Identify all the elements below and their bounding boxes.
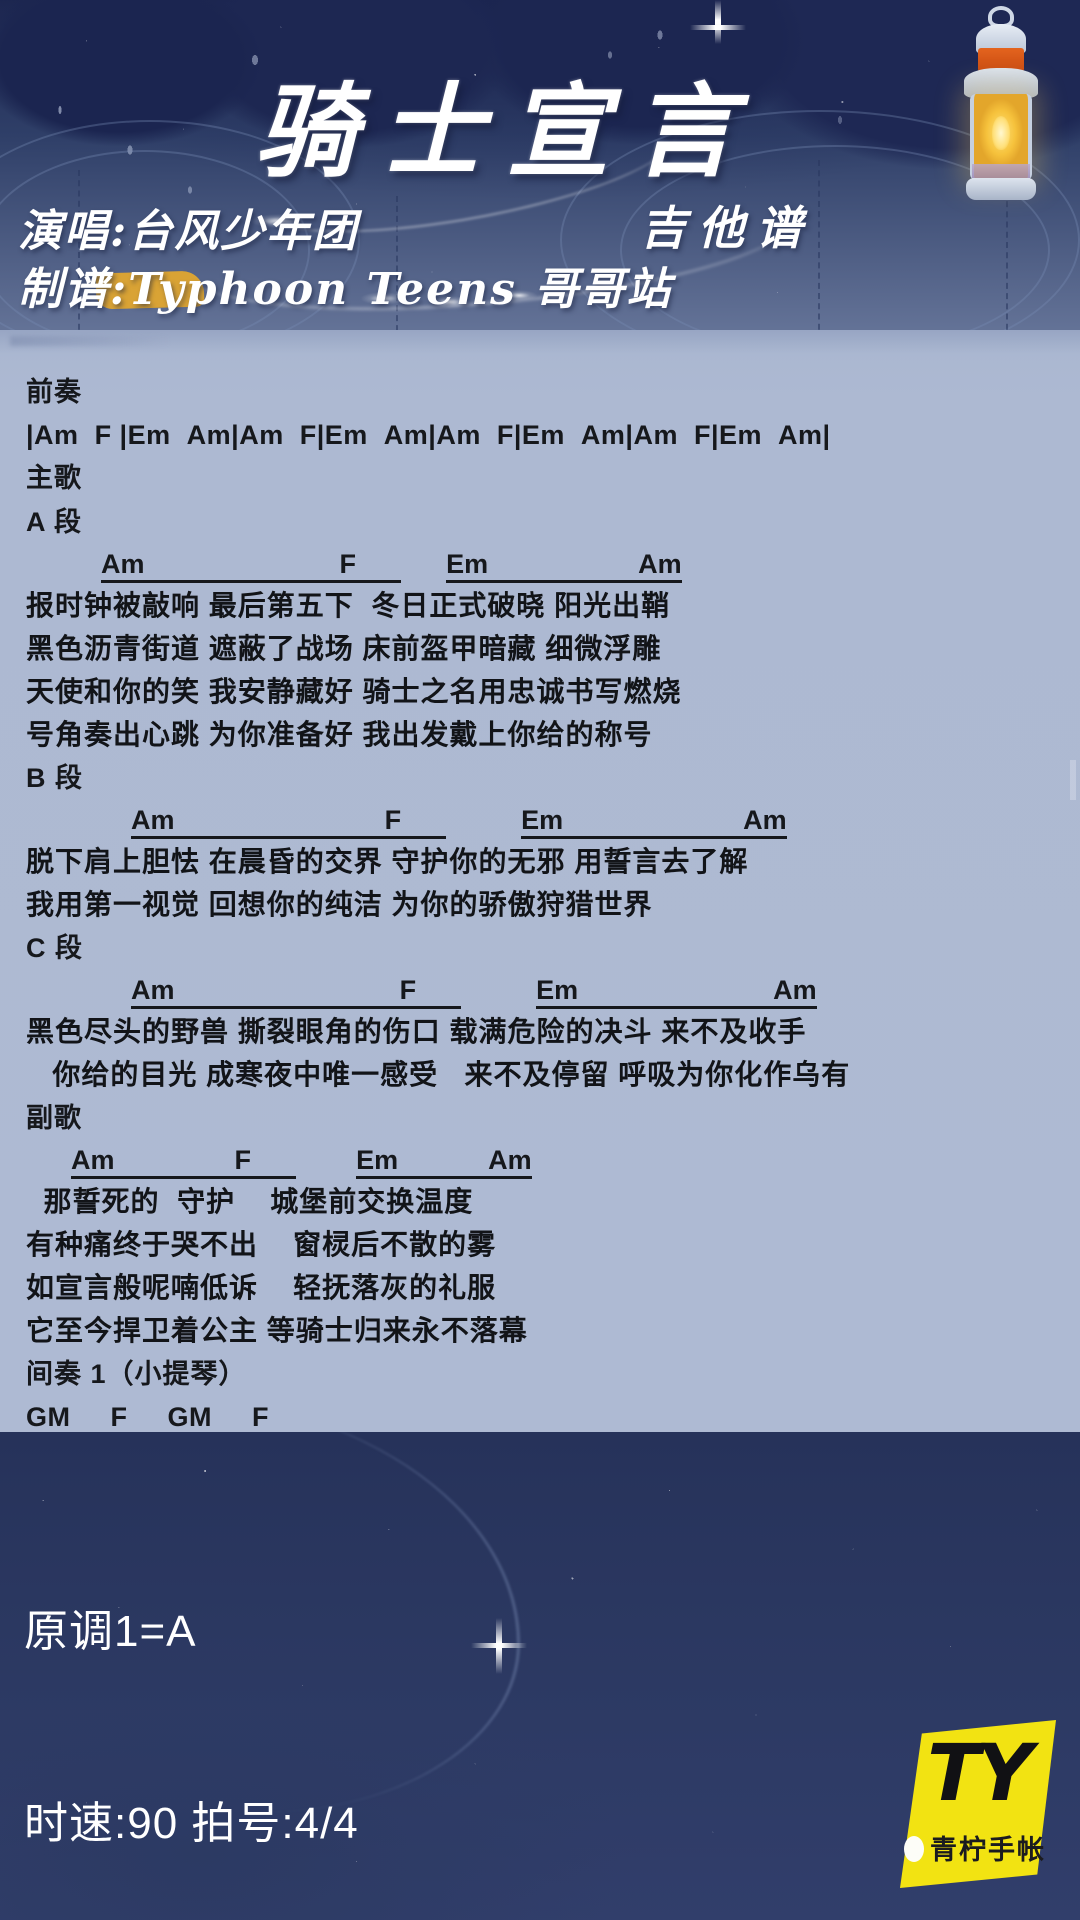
sparkle-star-icon-header xyxy=(690,0,746,44)
credit-singer: 演唱:台风少年团 xyxy=(18,206,359,257)
chord-group: Em Am xyxy=(536,975,817,1009)
logo-monogram: TY xyxy=(927,1729,1033,1819)
chord-row-underlined: Am F Em Am xyxy=(26,970,1054,1010)
section-label: 主歌 xyxy=(26,463,82,493)
lyric-line: 脱下肩上胆怯 在晨昏的交界 守护你的无邪 用誓言去了解 xyxy=(26,846,749,877)
logo-lemon-icon xyxy=(904,1836,924,1862)
song-title: 骑士宣言 xyxy=(255,72,759,192)
lantern-base xyxy=(966,178,1036,200)
section-label: B 段 xyxy=(26,763,83,793)
section-label: 间奏 1（小提琴） xyxy=(26,1359,247,1389)
chord-spacer xyxy=(461,970,536,1010)
credit-arranger: 制谱:Typhoon Teens 哥哥站 xyxy=(18,264,673,315)
songsheet-page: 骑士宣言 吉他谱 演唱:台风少年团 制谱:Typhoon Teens 哥哥站 前… xyxy=(0,0,1080,1920)
lyric-line: 我用第一视觉 回想你的纯洁 为你的骄傲狩猎世界 xyxy=(26,889,653,920)
lyric-line: 黑色尽头的野兽 撕裂眼角的伤口 载满危险的决斗 来不及收手 xyxy=(26,1016,807,1047)
lyric-line: 报时钟被敲响 最后第五下 冬日正式破晓 阳光出鞘 xyxy=(26,590,671,621)
chord-spacer xyxy=(26,970,131,1010)
lantern-flame xyxy=(992,116,1010,150)
lyric-line: 号角奏出心跳 为你准备好 我出发戴上你给的称号 xyxy=(26,719,653,750)
chord-group: Em Am xyxy=(521,805,787,839)
chord-row-underlined: Am F Em Am xyxy=(26,800,1054,840)
sparkle-star-icon-footer xyxy=(471,1618,527,1674)
chord-group: Am F xyxy=(101,549,357,583)
lyric-line: 它至今捍卫着公主 等骑士归来永不落幕 xyxy=(26,1315,528,1346)
chord-spacer xyxy=(26,1140,71,1180)
paper-smudge xyxy=(10,336,170,346)
header-banner: 骑士宣言 吉他谱 演唱:台风少年团 制谱:Typhoon Teens 哥哥站 xyxy=(0,0,1080,370)
chord-spacer xyxy=(401,544,446,584)
lyric-line: 天使和你的笑 我安静藏好 骑士之名用忠诚书写燃烧 xyxy=(26,676,682,707)
chord-sheet-content: 前奏 |Am F |Em Am|Am F|Em Am|Am F|Em Am|Am … xyxy=(0,348,1080,1610)
lyric-line: 你给的目光 成寒夜中唯一感受 来不及停留 呼吸为你化作乌有 xyxy=(26,1059,851,1090)
chord-row-underlined: Am F Em Am xyxy=(26,1140,1054,1180)
logo-brand-name: 青柠手帐 xyxy=(930,1835,1046,1865)
chord-row-underlined: Am F Em Am xyxy=(26,544,1054,584)
chord-sheet-panel: 前奏 |Am F |Em Am|Am F|Em Am|Am F|Em Am|Am … xyxy=(0,330,1080,1604)
chord-underline-tail xyxy=(401,805,447,839)
chord-spacer xyxy=(296,1140,356,1180)
chord-spacer xyxy=(446,800,521,840)
scrollbar-hint[interactable] xyxy=(1070,760,1076,800)
section-label: 前奏 xyxy=(26,377,82,407)
lyric-line: 如宣言般呢喃低诉 轻抚落灰的礼服 xyxy=(26,1272,497,1303)
lyric-line: 黑色沥青街道 遮蔽了战场 床前盔甲暗藏 细微浮雕 xyxy=(26,633,662,664)
sheet-type-label: 吉他谱 xyxy=(640,201,814,255)
lantern-icon xyxy=(950,6,1054,206)
brand-logo[interactable]: TY 青柠手帐 xyxy=(900,1720,1056,1888)
original-key-line: 原调1=A xyxy=(24,1607,197,1656)
lantern-accent xyxy=(972,164,1030,178)
chord-progression: |Am F |Em Am|Am F|Em Am|Am F|Em Am|Am F|… xyxy=(26,420,831,450)
chord-group: Am F xyxy=(131,975,417,1009)
section-label: C 段 xyxy=(26,933,83,963)
chord-group: Am F xyxy=(131,805,402,839)
chord-group: Em Am xyxy=(446,549,682,583)
section-label: 副歌 xyxy=(26,1103,82,1133)
chord-underline-tail xyxy=(251,1145,297,1179)
chord-underline-tail xyxy=(356,549,402,583)
chord-group: Am F xyxy=(71,1145,252,1179)
song-meta: 原调1=A 时速:90 拍号:4/4 xyxy=(24,1472,359,1920)
chord-spacer xyxy=(26,544,101,584)
tempo-timesig-line: 时速:90 拍号:4/4 xyxy=(24,1799,359,1848)
chord-group: Em Am xyxy=(356,1145,532,1179)
lyric-line: 那誓死的 守护 城堡前交换温度 xyxy=(26,1186,474,1217)
footer-banner: 原调1=A 时速:90 拍号:4/4 TY 青柠手帐 xyxy=(0,1432,1080,1920)
chord-spacer xyxy=(26,800,131,840)
chord-underline-tail xyxy=(416,975,462,1009)
section-label: A 段 xyxy=(26,507,82,537)
lyric-line: 有种痛终于哭不出 窗棂后不散的雾 xyxy=(26,1229,497,1260)
